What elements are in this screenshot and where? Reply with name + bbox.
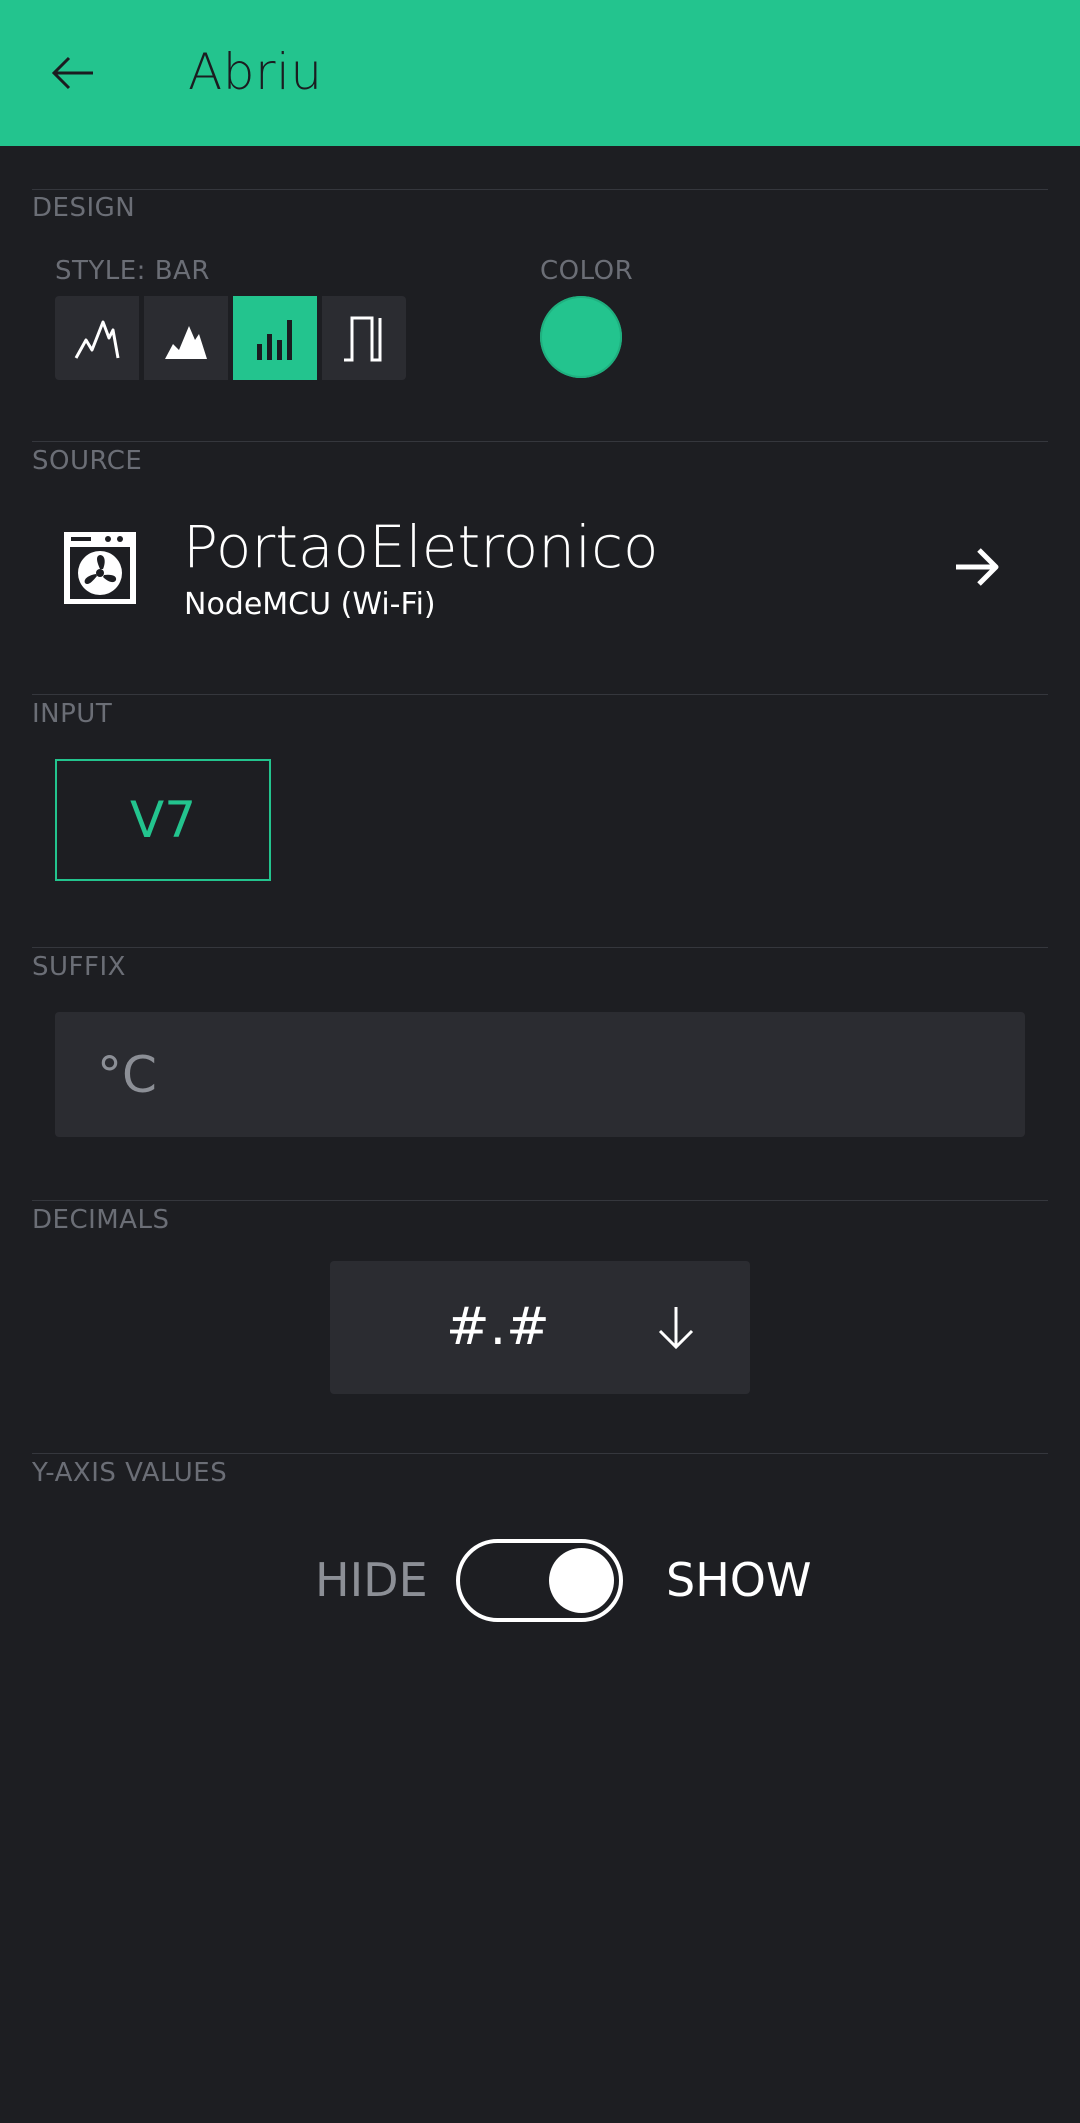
decimals-dropdown[interactable]: #.#: [330, 1261, 750, 1394]
source-selector[interactable]: PortaoEletronico NodeMCU (Wi-Fi): [0, 490, 1080, 646]
style-binary-button[interactable]: [322, 296, 406, 380]
toggle-on-label: SHOW: [666, 1553, 812, 1607]
divider: [32, 189, 1048, 190]
decimals-selected-value: #.#: [446, 1297, 550, 1357]
page-title: Abriu: [188, 43, 323, 101]
style-area-button[interactable]: [144, 296, 228, 380]
arrow-left-icon: [51, 56, 93, 90]
suffix-input[interactable]: °C: [55, 1012, 1025, 1137]
toggle-off-label: HIDE: [315, 1553, 428, 1607]
y-axis-toggle[interactable]: [456, 1539, 623, 1622]
section-label-source: SOURCE: [32, 446, 143, 476]
divider: [32, 947, 1048, 948]
pin-selector[interactable]: V7: [55, 759, 271, 881]
style-line-button[interactable]: [55, 296, 139, 380]
section-label-input: INPUT: [32, 699, 113, 729]
source-device-name: PortaoEletronico: [183, 513, 659, 581]
binary-chart-icon: [344, 316, 382, 362]
divider: [32, 1453, 1048, 1454]
color-picker-button[interactable]: [540, 296, 622, 378]
section-label-design: DESIGN: [32, 193, 136, 223]
bar-chart-icon: [257, 320, 292, 360]
app-bar: Abriu: [0, 0, 1080, 146]
style-selector: [55, 296, 406, 380]
source-device-type: NodeMCU (Wi-Fi): [184, 587, 436, 622]
line-chart-icon: [74, 320, 120, 359]
area-chart-icon: [165, 326, 207, 359]
divider: [32, 441, 1048, 442]
color-label: COLOR: [540, 256, 634, 286]
section-label-decimals: DECIMALS: [32, 1205, 170, 1235]
back-button[interactable]: [48, 45, 98, 101]
section-label-suffix: SUFFIX: [32, 952, 126, 982]
toggle-knob: [549, 1548, 614, 1613]
style-label: STYLE: BAR: [55, 256, 210, 286]
style-bar-button[interactable]: [233, 296, 317, 380]
arrow-right-icon: [956, 548, 999, 586]
fan-device-icon: [64, 532, 136, 604]
section-label-y-axis: Y-AXIS VALUES: [32, 1458, 228, 1488]
divider: [32, 1200, 1048, 1201]
arrow-down-icon: [658, 1307, 694, 1350]
divider: [32, 694, 1048, 695]
